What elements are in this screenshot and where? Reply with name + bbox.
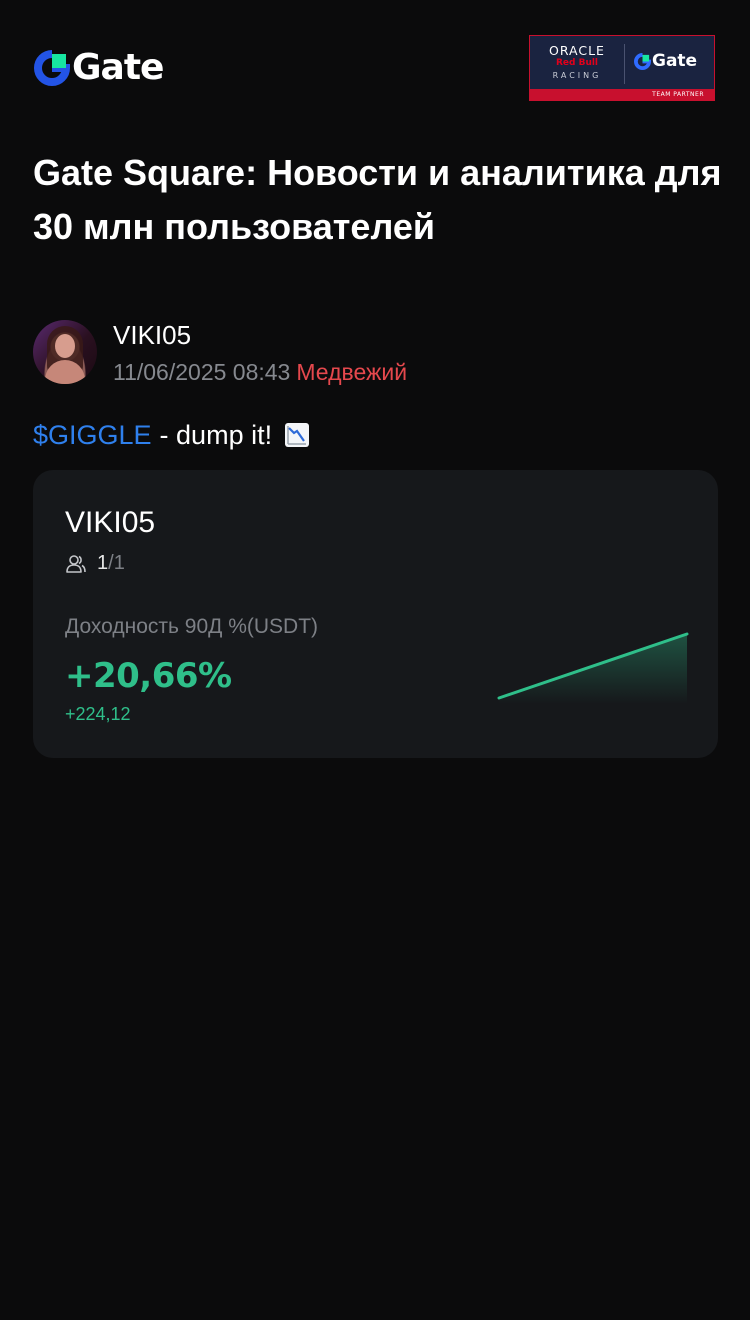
trader-name: VIKI05 bbox=[65, 506, 156, 539]
racing-text: RACING bbox=[552, 71, 602, 80]
followers-count: 1/1 bbox=[65, 552, 125, 575]
post-content: $GIGGLE - dump it! bbox=[33, 418, 310, 452]
gate-logo-text: Gate bbox=[72, 47, 164, 88]
gate-logo-icon bbox=[34, 50, 70, 86]
roi-value: +20,66% bbox=[65, 656, 232, 696]
badge-gate-text: Gate bbox=[652, 51, 698, 71]
pnl-value: +224,12 bbox=[65, 704, 131, 724]
gate-logo[interactable]: Gate bbox=[34, 47, 164, 88]
redbull-text: Red Bull bbox=[555, 58, 599, 68]
post-body-text: - dump it! bbox=[159, 420, 273, 450]
chart-decreasing-icon bbox=[284, 423, 309, 447]
badge-divider bbox=[624, 44, 625, 84]
roi-sparkline bbox=[497, 632, 689, 704]
author-name[interactable]: VIKI05 bbox=[113, 320, 191, 350]
followers-current: 1 bbox=[97, 552, 109, 574]
users-icon bbox=[66, 554, 86, 573]
followers-max: 1 bbox=[113, 552, 125, 574]
ticker-link[interactable]: $GIGGLE bbox=[33, 420, 152, 450]
post-meta: 11/06/2025 08:43 Медвежий bbox=[113, 358, 407, 386]
team-partner-badge[interactable]: ORACLE Red Bull RACING Gate TEAM PARTNER bbox=[529, 35, 715, 101]
sentiment-badge: Медвежий bbox=[296, 359, 408, 385]
page-title: Gate Square: Новости и аналитика для 30 … bbox=[33, 152, 722, 247]
roi-label: Доходность 90Д %(USDT) bbox=[65, 615, 319, 638]
badge-gate-logo: Gate bbox=[634, 51, 697, 71]
gate-logo-icon bbox=[634, 52, 651, 70]
oracle-text: ORACLE bbox=[549, 43, 605, 58]
team-partner-ribbon: TEAM PARTNER bbox=[530, 89, 714, 100]
avatar[interactable] bbox=[33, 320, 97, 384]
oracle-redbull-logo: ORACLE Red Bull RACING bbox=[530, 36, 624, 91]
copy-trader-card[interactable]: VIKI05 1/1 Доходность 90Д %(USDT) +20,66… bbox=[33, 470, 718, 758]
post-timestamp: 11/06/2025 08:43 bbox=[113, 359, 291, 385]
